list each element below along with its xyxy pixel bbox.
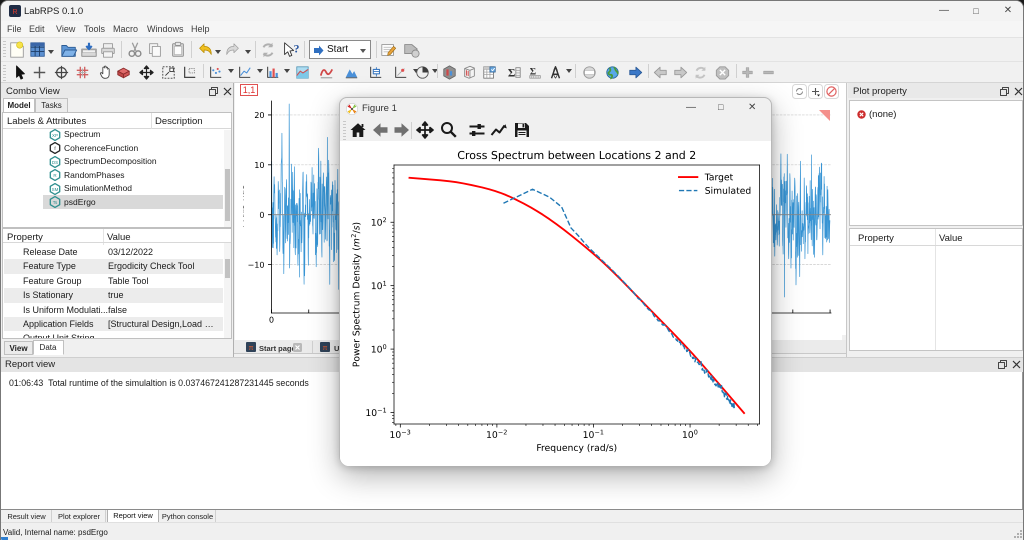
- svg-text:π: π: [323, 345, 328, 352]
- svg-text:SM: SM: [52, 187, 59, 192]
- svg-text:f: f: [54, 146, 56, 151]
- svg-text:R: R: [53, 173, 57, 178]
- svg-text:Ts: Ts: [53, 200, 58, 205]
- svg-text:π: π: [249, 345, 254, 352]
- svg-text:Σ: Σ: [508, 67, 515, 79]
- svg-text:?: ?: [294, 43, 299, 56]
- svg-text:XP: XP: [52, 133, 58, 138]
- svg-text:DS: DS: [52, 160, 58, 165]
- svg-text:R: R: [12, 9, 17, 16]
